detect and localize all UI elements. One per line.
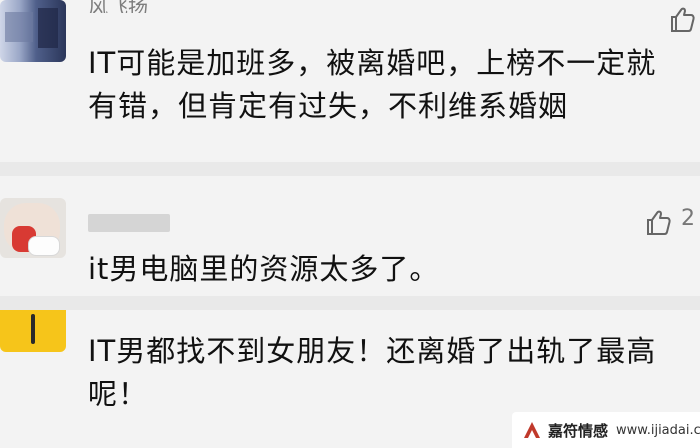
watermark: 嘉符情感 www.ijiadai.com — [512, 412, 700, 448]
username[interactable] — [88, 210, 228, 234]
avatar[interactable] — [0, 0, 66, 62]
comment-item: 风飞扬 IT可能是加班多，被离婚吧，上榜不一定就有错，但肯定有过失，不利维系婚姻 — [0, 0, 700, 162]
thumbs-up-icon[interactable] — [640, 205, 674, 239]
comment-text: IT可能是加班多，被离婚吧，上榜不一定就有错，但肯定有过失，不利维系婚姻 — [88, 46, 657, 123]
avatar-shoe — [28, 236, 60, 256]
comment-text: IT男都找不到女朋友！还离婚了出轨了最高呢！ — [88, 334, 657, 411]
avatar-blur-right — [38, 8, 58, 48]
username[interactable]: 风飞扬 — [88, 0, 208, 13]
brand-logo-icon — [520, 418, 544, 442]
avatar-blur-left — [5, 12, 33, 42]
comment-divider — [0, 162, 700, 176]
comment-divider — [0, 296, 700, 310]
avatar[interactable] — [0, 310, 66, 352]
watermark-url: www.ijiadai.com — [616, 422, 700, 438]
avatar-stick — [31, 314, 35, 344]
comment-text: it男电脑里的资源太多了。 — [88, 252, 440, 286]
avatar[interactable] — [0, 198, 66, 258]
watermark-brand: 嘉符情感 — [548, 421, 609, 440]
thumbs-up-icon[interactable] — [664, 2, 698, 36]
like-count: 2 — [681, 206, 695, 231]
